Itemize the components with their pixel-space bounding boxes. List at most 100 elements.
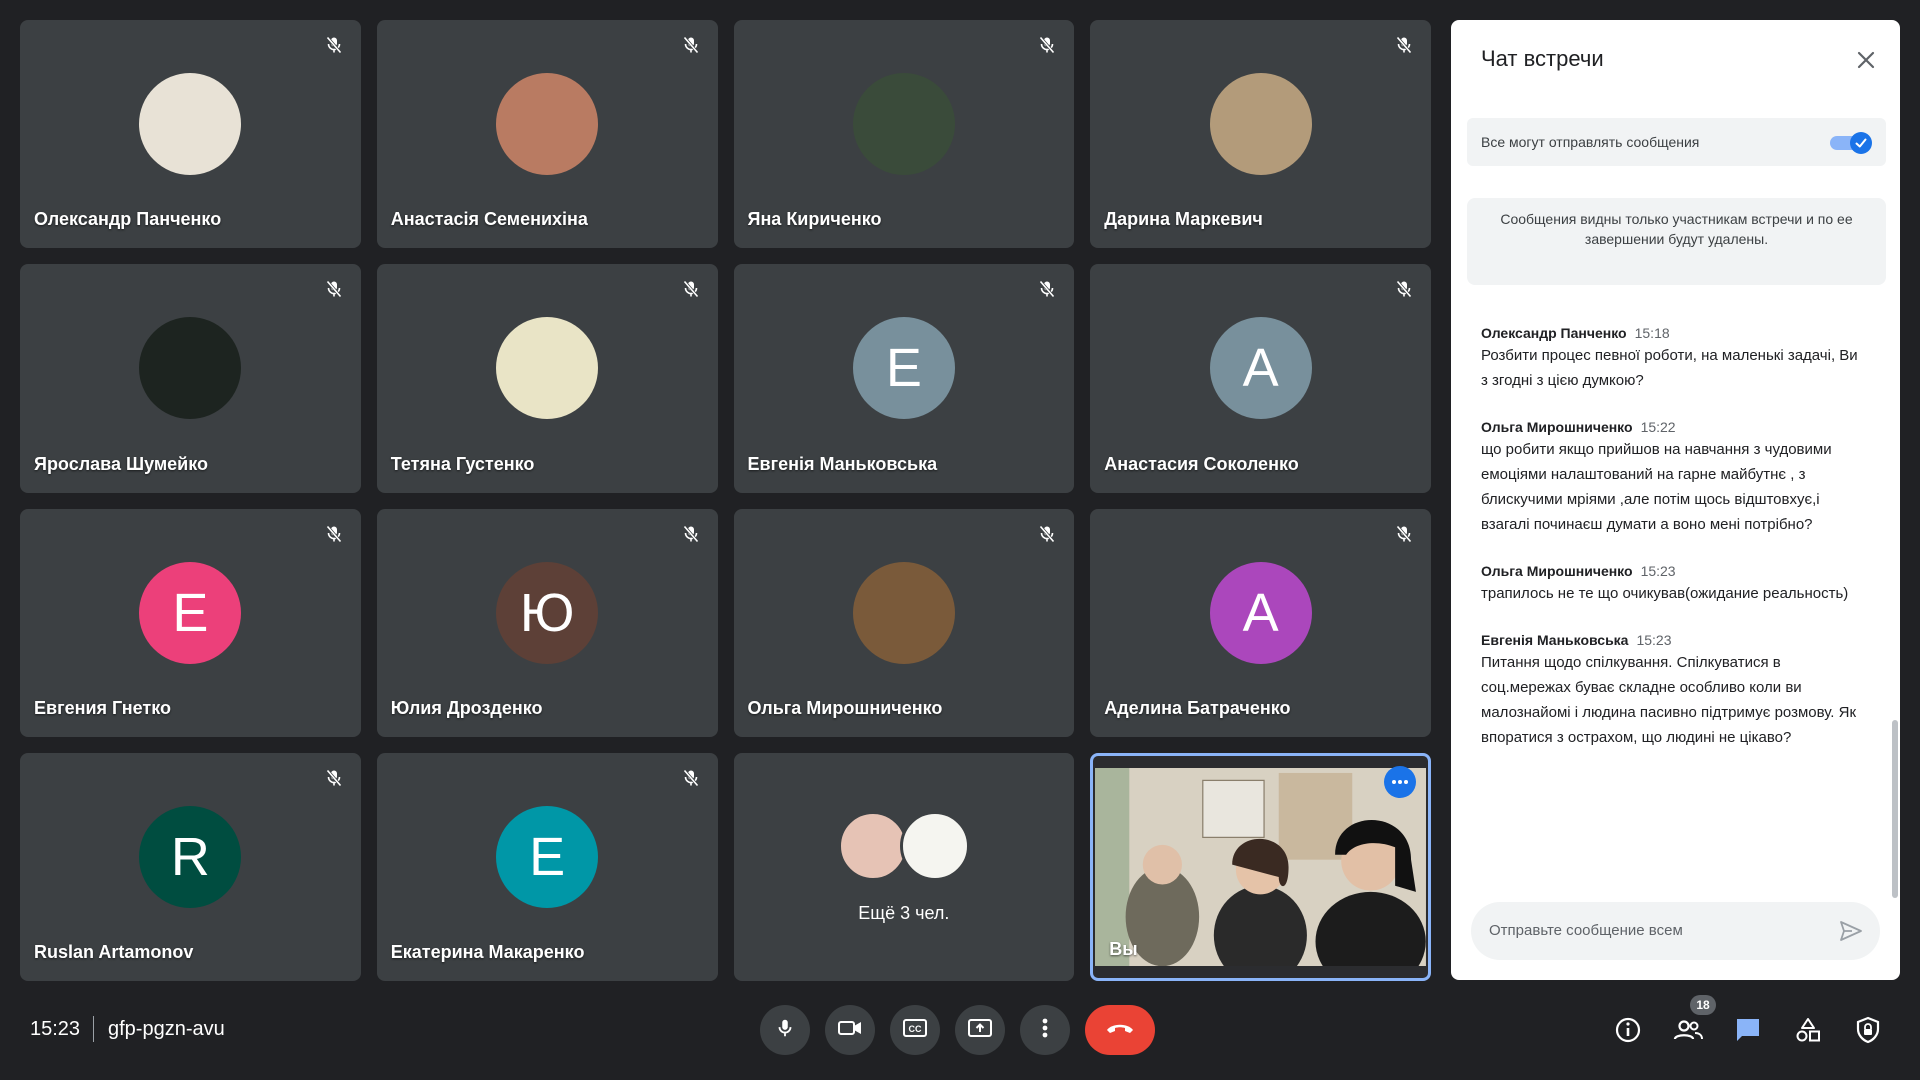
avatar: R (139, 805, 242, 908)
participant-tile[interactable]: Анастасія Семенихіна (376, 20, 718, 249)
mic-button[interactable] (760, 1005, 810, 1055)
avatar (852, 561, 955, 664)
check-icon (1850, 132, 1872, 154)
participant-name: Олександр Панченко (34, 209, 222, 230)
meeting-time: 15:23 (30, 1018, 81, 1040)
participant-tile[interactable]: Ярослава Шумейко (20, 264, 361, 493)
avatar: Е (852, 317, 955, 420)
close-icon[interactable] (1850, 44, 1882, 76)
mic-off-icon (678, 276, 704, 302)
participant-tile[interactable]: Е Евгения Гнетко (20, 508, 361, 737)
chat-permission-row: Все могут отправлять сообщения (1467, 118, 1886, 166)
participant-tile[interactable]: Е Екатерина Макаренко (376, 752, 718, 981)
more-participants-tile[interactable]: Ещё 3 чел. (733, 752, 1075, 981)
message-text: Питання щодо спілкування. Спілкуватися в… (1481, 654, 1857, 746)
participant-name: Ruslan Artamonov (34, 942, 194, 962)
self-video (1095, 767, 1426, 966)
message-time: 15:22 (1640, 419, 1676, 435)
send-icon[interactable] (1838, 918, 1864, 949)
chat-title: Чат встречи (1481, 46, 1604, 71)
participant-name: Евгения Гнетко (34, 697, 172, 718)
bottom-bar: 15:23 gfp-pgzn-avu CC 18 (0, 990, 1920, 1080)
svg-text:CC: CC (909, 1024, 922, 1034)
participant-name: Тетяна Густенко (390, 453, 535, 474)
chat-message-list: Олександр Панченко 15:18 Розбити процес пе… (1481, 323, 1864, 774)
participant-tile[interactable]: А Анастасия Соколенко (1090, 264, 1431, 493)
more-options-button[interactable] (1020, 1005, 1070, 1055)
chat-permission-toggle[interactable] (1830, 132, 1872, 154)
activities-icon[interactable] (1792, 1014, 1824, 1046)
chat-panel: Чат встречи Все могут отправлять сообщен… (1451, 20, 1900, 980)
message-text: що робити якщо прийшов на навчання з чуд… (1481, 441, 1832, 533)
participant-tile[interactable]: Ольга Мирошниченко (733, 508, 1075, 737)
mic-off-icon (321, 276, 347, 302)
avatar (139, 317, 242, 420)
mic-off-icon (678, 765, 704, 791)
mic-off-icon (321, 521, 347, 547)
end-call-icon (1104, 1020, 1136, 1041)
present-button[interactable] (955, 1005, 1005, 1055)
captions-icon: CC (902, 1017, 928, 1044)
camera-button[interactable] (825, 1005, 875, 1055)
participant-name: Анастасия Соколенко (1104, 453, 1299, 474)
message-time: 15:23 (1640, 563, 1676, 579)
participant-tile[interactable]: Дарина Маркевич (1090, 20, 1431, 249)
participant-tile[interactable]: Е Евгенія Маньковська (733, 264, 1075, 493)
people-icon[interactable] (1672, 1014, 1704, 1046)
participant-name: Ольга Мирошниченко (747, 697, 943, 718)
message-sender: Евгенія Маньковська (1481, 632, 1629, 648)
message-text: трапилось не те що очикував(ожидание реа… (1481, 585, 1849, 602)
mic-icon (774, 1017, 796, 1044)
mic-off-icon (321, 765, 347, 791)
mic-off-icon (678, 32, 704, 58)
participant-tile[interactable]: А Аделина Батраченко (1090, 508, 1431, 737)
participant-tile[interactable]: Яна Кириченко (733, 20, 1075, 249)
mic-off-icon (1391, 521, 1417, 547)
avatar: А (1209, 317, 1312, 420)
chat-input-placeholder: Отправьте сообщение всем (1489, 922, 1683, 939)
chat-message: Евгенія Маньковська 15:23 Питання щодо спі… (1481, 630, 1864, 750)
avatar (852, 73, 955, 176)
chat-scrollbar[interactable] (1892, 720, 1898, 898)
chat-message: Олександр Панченко 15:18 Розбити процес пе… (1481, 323, 1864, 393)
avatar (139, 73, 242, 176)
participant-name: Яна Кириченко (747, 209, 882, 230)
present-icon (967, 1017, 993, 1044)
captions-button[interactable]: CC (890, 1005, 940, 1055)
participant-name: Евгенія Маньковська (747, 453, 938, 474)
mic-off-icon (1391, 32, 1417, 58)
participant-tile[interactable]: Ю Юлия Дрозденко (376, 508, 718, 737)
message-sender: Ольга Мирошниченко (1481, 419, 1633, 435)
avatar (496, 317, 599, 420)
participant-tile[interactable]: Тетяна Густенко (376, 264, 718, 493)
mic-off-icon (1034, 32, 1060, 58)
self-view-tile[interactable]: Вы (1090, 752, 1431, 981)
participants-count-badge: 18 (1690, 995, 1716, 1015)
message-time: 15:18 (1634, 325, 1670, 341)
avatar: Е (139, 561, 242, 664)
message-sender: Ольга Мирошниченко (1481, 563, 1633, 579)
chat-icon[interactable] (1732, 1014, 1764, 1046)
host-controls-icon[interactable] (1852, 1014, 1884, 1046)
participant-grid: Олександр Панченко Анастасія Семенихіна Ян… (20, 20, 1431, 981)
info-icon[interactable] (1612, 1014, 1644, 1046)
chat-message: Ольга Мирошниченко 15:23 трапилось не те щ… (1481, 561, 1864, 606)
end-call-button[interactable] (1085, 1005, 1155, 1055)
chat-input[interactable]: Отправьте сообщение всем (1471, 902, 1880, 960)
participant-name: Аделина Батраченко (1104, 697, 1291, 718)
message-text: Розбити процес певної роботи, на маленьк… (1481, 347, 1858, 389)
more-horiz-icon[interactable] (1384, 765, 1416, 798)
avatar-stack (837, 810, 970, 881)
chat-notice: Сообщения видны только участникам встреч… (1467, 198, 1886, 285)
message-sender: Олександр Панченко (1481, 325, 1627, 341)
mic-off-icon (1034, 276, 1060, 302)
meeting-code: gfp-pgzn-avu (108, 1018, 225, 1040)
participant-tile[interactable]: Олександр Панченко (20, 20, 361, 249)
self-label: Вы (1109, 939, 1138, 959)
avatar: А (1209, 561, 1312, 664)
participant-tile[interactable]: R Ruslan Artamonov (20, 752, 361, 981)
camera-icon (837, 1017, 863, 1044)
participant-name: Дарина Маркевич (1104, 209, 1263, 230)
mic-off-icon (321, 32, 347, 58)
chat-permission-label: Все могут отправлять сообщения (1481, 134, 1700, 150)
